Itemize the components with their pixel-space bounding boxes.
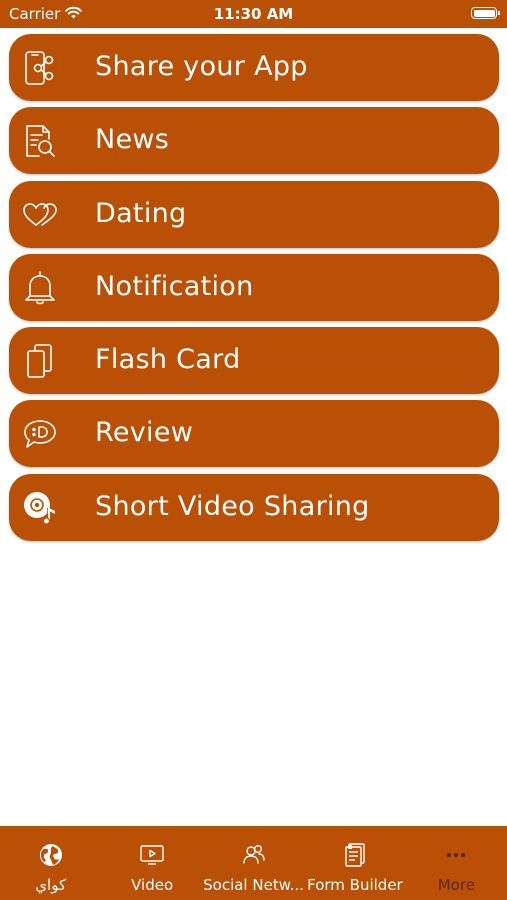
tab-label: Form Builder xyxy=(307,876,403,894)
menu-item-label: News xyxy=(95,124,170,156)
review-icon xyxy=(22,416,58,452)
menu-item-label: Short Video Sharing xyxy=(95,490,370,522)
tab-social-network[interactable]: Social Netw... xyxy=(203,826,304,900)
menu-item-review[interactable]: Review xyxy=(9,400,499,468)
form-icon xyxy=(342,842,368,868)
menu-list: Share your App News Dating Notification … xyxy=(9,34,499,547)
tab-form-builder[interactable]: Form Builder xyxy=(304,826,405,900)
battery-icon xyxy=(471,7,500,19)
tab-bar: كواي Video Social Netw... Form Builder M… xyxy=(0,826,507,900)
menu-item-news[interactable]: News xyxy=(9,107,499,175)
menu-item-label: Notification xyxy=(95,270,254,302)
tab-kwai[interactable]: كواي xyxy=(0,826,101,900)
tab-more[interactable]: More xyxy=(406,826,507,900)
menu-item-label: Dating xyxy=(95,197,187,229)
menu-item-label: Flash Card xyxy=(95,344,241,376)
tab-label: كواي xyxy=(35,876,67,894)
news-icon xyxy=(22,123,58,159)
tab-label: More xyxy=(437,876,475,894)
globe-icon xyxy=(38,842,64,868)
menu-item-flash-card[interactable]: Flash Card xyxy=(9,327,499,395)
bell-icon xyxy=(22,270,58,306)
menu-item-notification[interactable]: Notification xyxy=(9,253,499,321)
tab-video[interactable]: Video xyxy=(101,826,202,900)
menu-item-share-your-app[interactable]: Share your App xyxy=(9,34,499,101)
share-app-icon xyxy=(22,50,58,86)
flash-card-icon xyxy=(22,343,58,379)
menu-item-short-video-sharing[interactable]: Short Video Sharing xyxy=(9,473,499,541)
menu-item-label: Review xyxy=(95,417,194,449)
users-icon xyxy=(241,842,267,868)
menu-item-dating[interactable]: Dating xyxy=(9,180,499,248)
video-icon xyxy=(139,842,165,868)
tab-label: Social Netw... xyxy=(203,876,304,894)
menu-item-label: Share your App xyxy=(95,51,308,82)
status-bar: Carrier 11:30 AM xyxy=(0,0,507,28)
tab-label: Video xyxy=(131,876,174,894)
music-disc-icon xyxy=(22,490,58,526)
hearts-icon xyxy=(22,197,58,233)
status-time: 11:30 AM xyxy=(213,5,294,23)
more-icon xyxy=(443,842,469,868)
